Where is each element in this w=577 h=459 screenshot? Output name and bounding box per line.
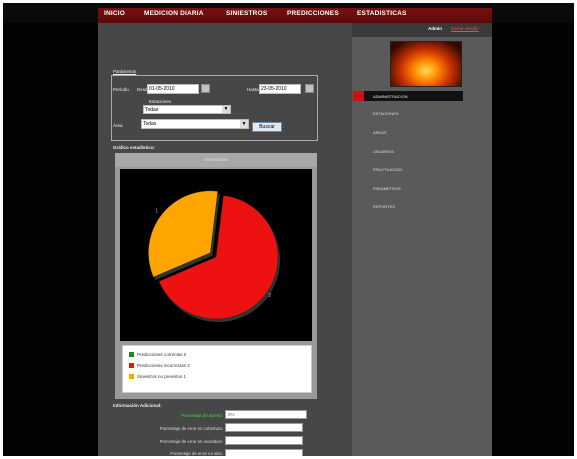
legend-item-correctas: Predicciones correctas 0 bbox=[129, 352, 187, 358]
info-label-sitio: Porcentaje de error en sitio: bbox=[170, 451, 223, 456]
info-value-incendios bbox=[225, 436, 303, 445]
legend-label-correctas: Predicciones correctas 0 bbox=[137, 352, 187, 357]
sidebar-item-estaciones[interactable]: ESTACIONES bbox=[373, 111, 399, 116]
info-value-sitio bbox=[225, 449, 303, 456]
legend-item-no-previstos: Siniestros no previstos 1 bbox=[129, 374, 187, 380]
pie-slice-label: 1 bbox=[155, 209, 158, 215]
sidebar-item-parametros[interactable]: PARAMETROS bbox=[373, 186, 401, 191]
desde-calendar-icon[interactable] bbox=[201, 84, 210, 93]
legend-swatch-no-previstos bbox=[129, 374, 134, 380]
sidebar-item-areas[interactable]: AREAS bbox=[373, 130, 387, 135]
chart-title-bar: Resultados bbox=[115, 153, 317, 167]
nav-item-medicion-diaria[interactable]: MEDICION DIARIA bbox=[144, 10, 204, 17]
nav-item-predicciones[interactable]: PREDICCIONES bbox=[287, 10, 339, 17]
area-label: Área bbox=[113, 123, 123, 128]
chart-section-title: Gráfico estadístico: bbox=[113, 145, 156, 150]
info-value-acierto: 0% bbox=[225, 410, 307, 419]
hasta-label: Hasta bbox=[247, 87, 259, 92]
fire-photo bbox=[390, 41, 462, 87]
legend-item-incorrectas: Predicciones incorrectas 2 bbox=[129, 363, 190, 369]
parameters-legend: Parámetros bbox=[113, 69, 137, 74]
main-nav: INICIO MEDICION DIARIA SINIESTROS PREDIC… bbox=[98, 8, 492, 23]
area-select[interactable]: Todas bbox=[141, 119, 249, 129]
nav-item-estadisticas[interactable]: ESTADISTICAS bbox=[357, 10, 407, 17]
sidebar-item-administracion[interactable]: ADMINISTRACION bbox=[353, 91, 463, 101]
legend-label-no-previstos: Siniestros no previstos 1 bbox=[137, 374, 187, 379]
user-name: Admin bbox=[428, 26, 442, 31]
sidebar-item-label: ADMINISTRACION bbox=[373, 94, 408, 99]
pie-slice-label: 2 bbox=[268, 293, 271, 299]
sidebar-active-marker-icon bbox=[353, 91, 364, 101]
estacion-label: Estaciones bbox=[149, 99, 172, 104]
chart-panel: Resultados 21 Predicciones correctas 0 P… bbox=[115, 153, 317, 399]
estacion-dropdown-chevron-icon[interactable]: ▼ bbox=[222, 106, 230, 113]
hasta-calendar-icon[interactable] bbox=[305, 84, 314, 93]
search-button[interactable]: Buscar bbox=[252, 122, 282, 132]
info-label-cobertura: Porcentaje de error en cobertura: bbox=[159, 426, 223, 431]
periodo-label: Período bbox=[113, 87, 129, 92]
hasta-date-input[interactable]: 23-05-2010 bbox=[259, 84, 301, 94]
estacion-select[interactable]: Todas bbox=[143, 105, 231, 114]
chart-legend: Predicciones correctas 0 Predicciones in… bbox=[122, 345, 312, 393]
chart-title: Resultados bbox=[204, 157, 228, 162]
pie-chart: 21 bbox=[148, 190, 280, 322]
info-title: Información Adicional: bbox=[113, 403, 162, 408]
user-strip: Admin Cerrar Sesión bbox=[352, 23, 492, 37]
info-label-acierto: Porcentaje de acierto: bbox=[181, 413, 223, 418]
browser-frame: INICIO MEDICION DIARIA SINIESTROS PREDIC… bbox=[3, 3, 574, 456]
legend-label-incorrectas: Predicciones incorrectas 2 bbox=[137, 363, 190, 368]
sidebar-item-fructuacion[interactable]: FRUCTUACION bbox=[373, 167, 402, 172]
legend-swatch-incorrectas bbox=[129, 363, 134, 369]
legend-swatch-correctas bbox=[129, 352, 134, 358]
info-label-incendios: Porcentaje de error en incendios: bbox=[159, 439, 223, 444]
logout-link[interactable]: Cerrar Sesión bbox=[451, 26, 479, 31]
info-value-cobertura bbox=[225, 423, 303, 432]
chart-plot-area: 21 bbox=[120, 169, 312, 341]
nav-item-inicio[interactable]: INICIO bbox=[104, 10, 125, 17]
area-dropdown-chevron-icon[interactable]: ▼ bbox=[240, 120, 248, 128]
sidebar-item-reportes[interactable]: REPORTES bbox=[373, 204, 395, 209]
sidebar-item-usuarios[interactable]: USUARIOS bbox=[373, 149, 394, 154]
desde-date-input[interactable]: 01-05-2010 bbox=[147, 84, 199, 94]
nav-item-siniestros[interactable]: SINIESTROS bbox=[226, 10, 267, 17]
